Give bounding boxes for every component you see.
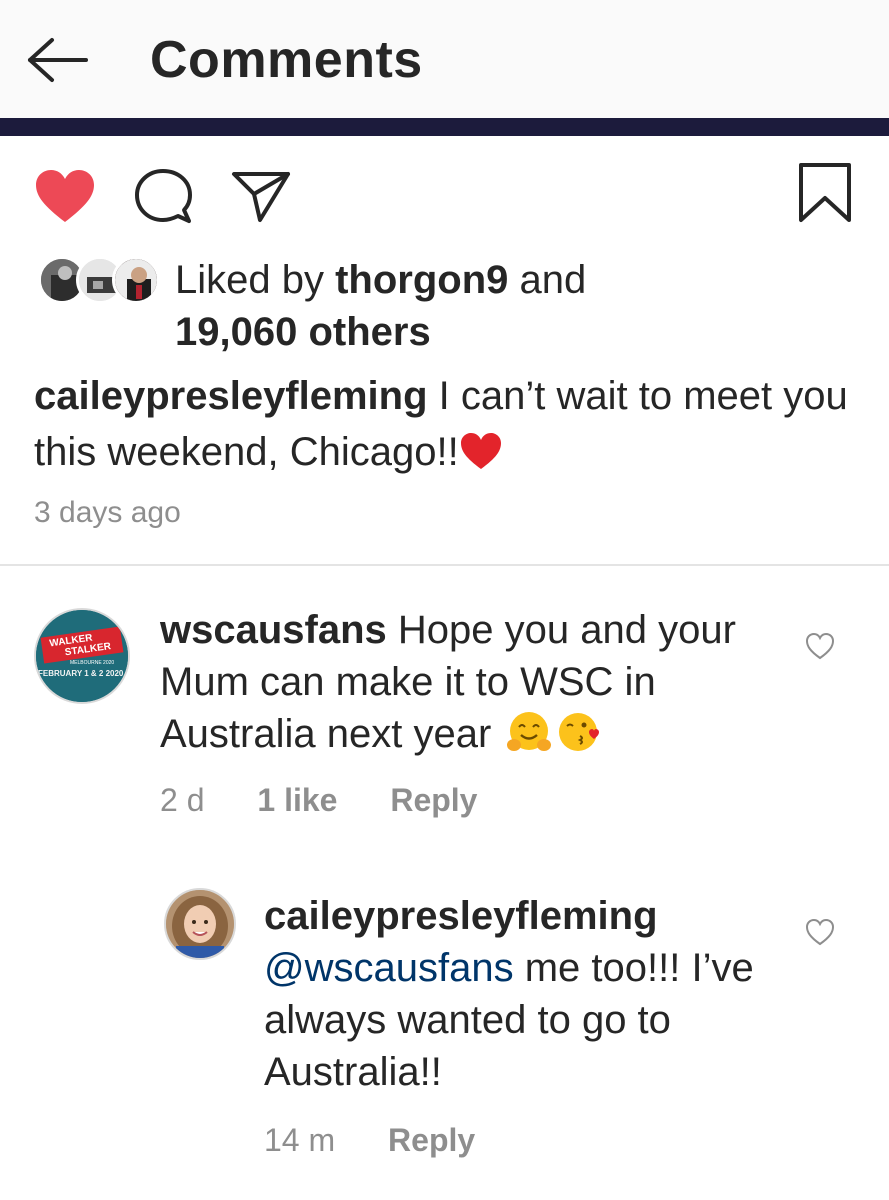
comment-mention[interactable]: @wscausfans: [264, 946, 514, 990]
liked-by-username[interactable]: thorgon9: [335, 258, 508, 302]
comment-likes[interactable]: 1 like: [257, 782, 337, 818]
red-heart-emoji-icon: [460, 433, 501, 469]
caption-username[interactable]: caileypresleyfleming: [34, 374, 428, 418]
comment-username[interactable]: wscausfans: [160, 608, 387, 652]
heart-outline-icon[interactable]: [805, 918, 835, 946]
comment-time: 2 d: [160, 782, 205, 818]
section-divider: [0, 564, 889, 566]
comment-time: 14 m: [264, 1122, 336, 1158]
share-icon[interactable]: [230, 168, 292, 224]
post-caption: caileypresleyfleming I can’t wait to mee…: [34, 368, 854, 480]
comment-body: wscausfans Hope you and your Mum can mak…: [160, 604, 780, 760]
liker-avatar: [112, 256, 160, 304]
bookmark-icon[interactable]: [797, 162, 853, 224]
liked-by-prefix: Liked by: [175, 258, 324, 302]
comment-body: @wscausfans me too!!! I’ve always wanted…: [264, 942, 784, 1098]
heart-filled-icon[interactable]: [34, 168, 96, 224]
kissing-face-emoji-icon: [559, 713, 600, 751]
reply-button[interactable]: Reply: [388, 1122, 475, 1158]
page-title: Comments: [150, 31, 423, 89]
comment-meta: 2 d 1 like Reply: [160, 782, 477, 819]
avatar-text-location: MELBOURNE 2020: [70, 660, 114, 666]
likes-count[interactable]: 19,060 others: [175, 306, 431, 358]
avatar-wscausfans[interactable]: WALKER STALKER MELBOURNE 2020 FEBRUARY 1…: [34, 608, 130, 704]
liked-by-and: and: [519, 258, 587, 302]
top-bar: Comments: [0, 0, 889, 118]
comment-icon[interactable]: [134, 168, 192, 224]
header-divider-bar: [0, 118, 889, 136]
comment-meta: 14 m Reply: [264, 1122, 475, 1159]
liker-avatars[interactable]: [38, 256, 160, 304]
avatar-caileypresleyfleming[interactable]: [164, 888, 236, 960]
avatar-text-date: FEBRUARY 1 & 2 2020: [38, 669, 124, 678]
post-timestamp: 3 days ago: [34, 496, 181, 529]
reply-button[interactable]: Reply: [390, 782, 477, 818]
back-arrow-icon[interactable]: [26, 36, 90, 84]
comment-username[interactable]: caileypresleyfleming: [264, 890, 784, 942]
hugging-face-emoji-icon: [507, 712, 552, 751]
liked-by-line: Liked by thorgon9 and: [175, 254, 586, 306]
heart-outline-icon[interactable]: [805, 632, 835, 660]
